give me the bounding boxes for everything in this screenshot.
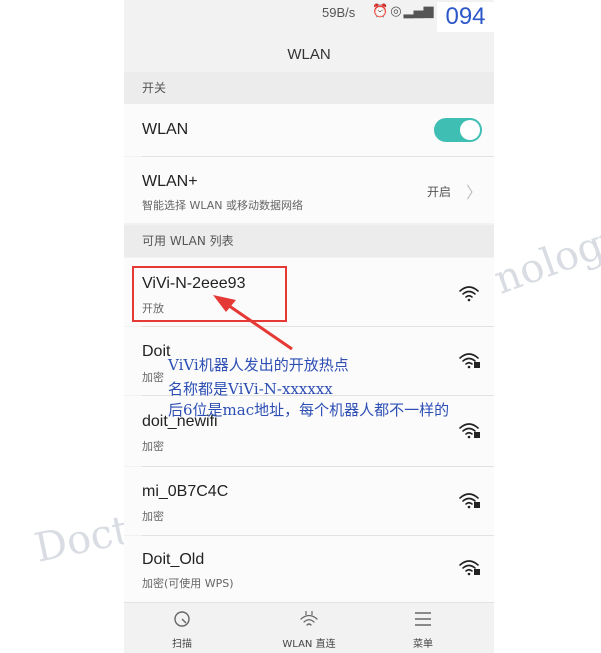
signal-4g-icon: ▂▄▆: [403, 4, 434, 19]
tab-scan-label: 扫描: [172, 639, 192, 650]
chevron-right-icon: 〉: [466, 183, 483, 202]
network-speed: 59B/s: [322, 5, 356, 20]
network-ssid: mi_0B7C4C: [142, 483, 229, 500]
toggle-knob: [460, 120, 480, 140]
network-security: 加密: [142, 510, 164, 523]
wifi-locked-icon: [457, 350, 481, 370]
network-security: 加密: [142, 371, 164, 384]
network-ssid: Doit: [142, 343, 171, 360]
alarm-icon: ⏰: [372, 4, 389, 19]
menu-icon: [411, 609, 435, 629]
phone-screen: 59B/s ⏰ ◎ ▂▄▆ 094 WLAN 开关 WLAN WLAN+ 智能选择 …: [124, 0, 494, 653]
wifi-locked-icon: [457, 420, 481, 440]
eye-icon: ◎: [390, 4, 402, 19]
section-header-networks: 可用 WLAN 列表: [124, 225, 494, 257]
watermark-right: nology: [488, 214, 601, 304]
annotation-line-3: 后6位是mac地址，每个机器人都不一样的: [168, 401, 450, 419]
network-row[interactable]: mi_0B7C4C 加密: [124, 467, 494, 535]
wlan-plus-title: WLAN+: [142, 173, 198, 190]
wifi-direct-icon: [297, 609, 321, 629]
wlan-plus-value: 开启: [427, 185, 452, 199]
tab-scan[interactable]: 扫描: [132, 603, 232, 653]
wlan-toggle[interactable]: [434, 118, 482, 142]
tab-menu-label: 菜单: [413, 639, 433, 650]
tab-wifi-direct[interactable]: WLAN 直连: [259, 603, 359, 653]
wlan-toggle-label: WLAN: [142, 121, 189, 138]
corner-label: 094: [437, 2, 494, 32]
scan-icon: [170, 609, 194, 629]
tab-menu[interactable]: 菜单: [373, 603, 473, 653]
wifi-open-icon: [457, 283, 481, 303]
wifi-locked-icon: [457, 557, 481, 577]
network-ssid: Doit_Old: [142, 551, 205, 568]
annotation-line-2: 名称都是ViVi-N-xxxxxx: [168, 380, 333, 398]
status-bar: 59B/s ⏰ ◎ ▂▄▆ 094: [124, 0, 494, 32]
page-title: WLAN: [124, 32, 494, 72]
network-security: 加密: [142, 440, 164, 453]
status-icons: ⏰ ◎ ▂▄▆: [372, 4, 436, 19]
network-row[interactable]: Doit_Old 加密(可使用 WPS): [124, 536, 494, 602]
bottom-toolbar: 扫描 WLAN 直连 菜单: [124, 602, 494, 653]
annotation-line-1: ViVi机器人发出的开放热点: [168, 356, 349, 374]
wifi-locked-icon: [457, 490, 481, 510]
page-title-text: WLAN: [287, 46, 331, 63]
annotation-highlight-box: [132, 266, 287, 322]
section-header-switch: 开关: [124, 72, 494, 104]
tab-wifi-direct-label: WLAN 直连: [282, 639, 336, 650]
network-security: 加密(可使用 WPS): [142, 577, 234, 590]
wlan-plus-subtitle: 智能选择 WLAN 或移动数据网络: [142, 199, 304, 212]
